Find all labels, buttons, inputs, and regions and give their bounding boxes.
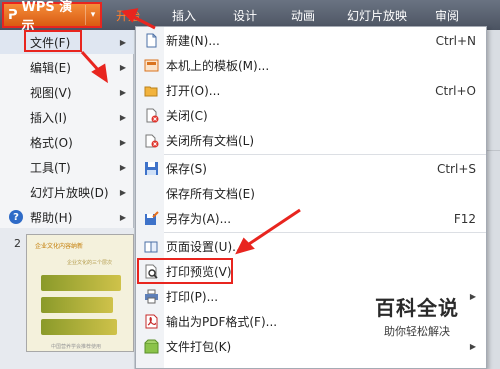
thumbnail-footer: 中国营养学会推荐使用	[51, 344, 102, 350]
submenu-item-close[interactable]: 关闭(C)	[136, 103, 486, 128]
submenu-item-label: 保存所有文档(E)	[166, 187, 255, 201]
divider	[164, 154, 486, 155]
menu-item-label: 视图(V)	[30, 85, 72, 100]
submenu-item-save[interactable]: 保存(S) Ctrl+S	[136, 156, 486, 181]
submenu-item-label: 页面设置(U)...	[166, 240, 244, 254]
chevron-right-icon: ▶	[119, 187, 126, 197]
chevron-right-icon: ▶	[119, 137, 126, 147]
help-icon: ?	[9, 210, 23, 224]
watermark-subtitle: 助你轻松解决	[384, 325, 450, 338]
watermark: 百科全说 助你轻松解决	[352, 292, 482, 339]
menu-item-edit[interactable]: 编辑(E) ▶	[0, 55, 134, 79]
app-name-label: WPS 演示	[21, 0, 73, 34]
submenu-item-label: 另存为(A)...	[166, 212, 232, 226]
menu-item-label: 插入(I)	[30, 110, 67, 125]
new-document-icon	[146, 33, 157, 48]
menu-item-label: 格式(O)	[30, 135, 73, 150]
submenu-item-label: 文件打包(K)	[166, 340, 232, 354]
thumbnail-bar	[41, 319, 117, 335]
close-all-documents-icon	[145, 134, 159, 148]
chevron-right-icon: ▶	[119, 162, 126, 172]
submenu-item-local-template[interactable]: 本机上的模板(M)...	[136, 53, 486, 78]
wps-app-menu-button[interactable]: ᕈ WPS 演示 ▾	[2, 0, 102, 34]
shortcut-label: Ctrl+S	[436, 161, 476, 176]
thumbnail-bar	[41, 275, 121, 291]
watermark-title: 百科全说	[375, 296, 459, 320]
submenu-item-close-all[interactable]: 关闭所有文档(L)	[136, 128, 486, 153]
slide-thumbnail[interactable]: 企业文化内容纳新 企业文化的三个层次 中国营养学会推荐使用	[26, 234, 134, 352]
menu-item-insert[interactable]: 插入(I) ▶	[0, 105, 134, 129]
submenu-item-page-setup[interactable]: 页面设置(U)...	[136, 234, 486, 259]
menu-item-label: 幻灯片放映(D)	[30, 185, 109, 200]
shortcut-label: Ctrl+O	[435, 83, 476, 98]
local-template-icon	[144, 59, 159, 72]
submenu-item-save-all[interactable]: 保存所有文档(E)	[136, 181, 486, 206]
pdf-icon	[145, 314, 158, 329]
slide-number: 2	[14, 237, 21, 250]
thumbnail-subtitle: 企业文化的三个层次	[67, 260, 113, 266]
chevron-right-icon: ▶	[469, 342, 476, 351]
menu-item-label: 工具(T)	[30, 160, 71, 175]
print-preview-highlight-box	[137, 258, 233, 284]
menu-item-slideshow[interactable]: 幻灯片放映(D) ▶	[0, 180, 134, 204]
chevron-down-icon[interactable]: ▾	[85, 5, 100, 25]
submenu-item-label: 输出为PDF格式(F)...	[166, 315, 278, 329]
printer-icon	[145, 289, 158, 304]
chevron-right-icon: ▶	[119, 212, 126, 222]
close-document-icon	[146, 108, 159, 123]
menu-item-help[interactable]: ? 帮助(H) ▶	[0, 205, 134, 229]
save-as-icon	[145, 211, 159, 225]
submenu-item-label: 关闭所有文档(L)	[166, 134, 255, 148]
submenu-item-label: 新建(N)...	[166, 34, 220, 48]
divider	[164, 232, 486, 233]
menu-item-label: 编辑(E)	[30, 60, 71, 75]
save-icon	[145, 162, 158, 175]
file-menu-highlight-box	[24, 30, 82, 52]
submenu-item-open[interactable]: 打开(O)... Ctrl+O	[136, 78, 486, 103]
chevron-right-icon: ▶	[119, 112, 126, 122]
submenu-item-label: 打开(O)...	[166, 84, 221, 98]
thumbnail-bar	[41, 297, 113, 313]
submenu-item-save-as[interactable]: 另存为(A)... F12	[136, 206, 486, 231]
wps-logo-icon: ᕈ	[8, 7, 18, 23]
shortcut-label: F12	[453, 211, 476, 226]
menu-item-tools[interactable]: 工具(T) ▶	[0, 155, 134, 179]
app-main-menu: 文件(F) ▶ 编辑(E) ▶ 视图(V) ▶ 插入(I) ▶ 格式(O) ▶ …	[0, 30, 134, 228]
shortcut-label: Ctrl+N	[435, 33, 476, 48]
submenu-item-label: 本机上的模板(M)...	[166, 59, 270, 73]
menu-item-format[interactable]: 格式(O) ▶	[0, 130, 134, 154]
submenu-item-label: 保存(S)	[166, 162, 207, 176]
package-icon	[144, 339, 159, 354]
page-setup-icon	[144, 241, 158, 253]
menu-item-view[interactable]: 视图(V) ▶	[0, 80, 134, 104]
thumbnail-title: 企业文化内容纳新	[35, 243, 84, 250]
chevron-right-icon: ▶	[119, 87, 126, 97]
chevron-right-icon: ▶	[119, 62, 126, 72]
chevron-right-icon: ▶	[119, 37, 126, 47]
submenu-item-label: 关闭(C)	[166, 109, 208, 123]
submenu-item-new[interactable]: 新建(N)... Ctrl+N	[136, 28, 486, 53]
open-folder-icon	[144, 86, 158, 97]
submenu-item-label: 打印(P)...	[166, 290, 219, 304]
menu-item-label: 帮助(H)	[30, 210, 73, 225]
